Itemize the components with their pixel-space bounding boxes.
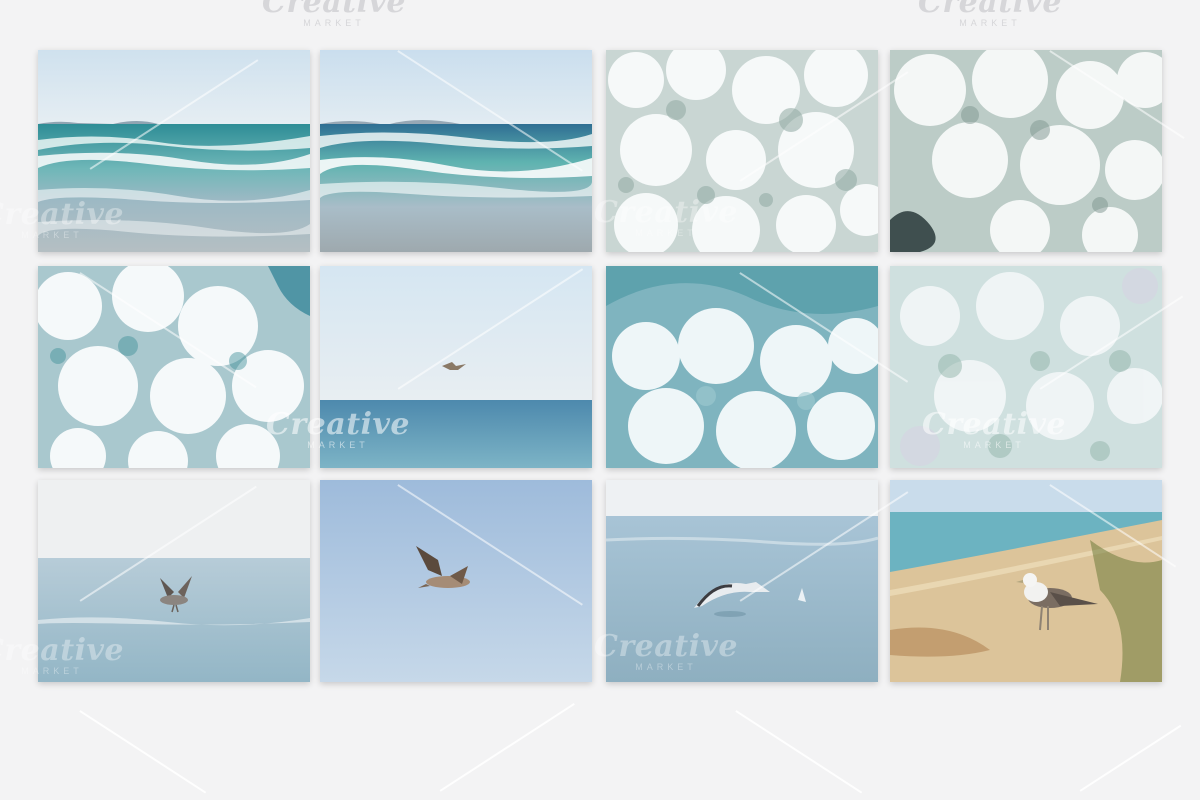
watermark-sub: MARKET bbox=[307, 440, 369, 450]
photo-image bbox=[320, 480, 592, 682]
watermark-photo-center: Creative MARKET bbox=[266, 410, 410, 450]
watermark-left-bottom: Creative MARKET bbox=[0, 636, 124, 676]
watermark-left-top: Creative MARKET bbox=[0, 200, 124, 240]
photo-foam-2[interactable] bbox=[890, 50, 1162, 252]
watermark-brand: Creative bbox=[594, 195, 738, 230]
watermark-photo-bottom: Creative MARKET bbox=[594, 632, 738, 672]
watermark-sub: MARKET bbox=[21, 230, 83, 240]
watermark-brand: Creative bbox=[918, 0, 1062, 20]
watermark-brand: Creative bbox=[262, 0, 406, 20]
photo-grid: Creative MARKET Creative MARKET Creative… bbox=[38, 50, 1164, 684]
watermark-brand: Creative bbox=[266, 407, 410, 442]
photo-image bbox=[606, 266, 878, 468]
watermark-brand: Creative bbox=[594, 629, 738, 664]
watermark-photo-mid: Creative MARKET bbox=[594, 198, 738, 238]
photo-seagull-on-beach[interactable] bbox=[890, 480, 1162, 682]
watermark-top-left: Creative MARKET bbox=[262, 0, 406, 28]
watermark-brand: Creative bbox=[922, 407, 1066, 442]
watermark-brand: Creative bbox=[0, 197, 124, 232]
watermark-sub: MARKET bbox=[635, 228, 697, 238]
photo-image bbox=[890, 480, 1162, 682]
watermark-photo-right: Creative MARKET bbox=[922, 410, 1066, 450]
watermark-stroke bbox=[439, 702, 575, 792]
watermark-stroke bbox=[735, 710, 863, 794]
watermark-stroke bbox=[79, 710, 207, 794]
watermark-sub: MARKET bbox=[635, 662, 697, 672]
photo-foam-4[interactable] bbox=[606, 266, 878, 468]
watermark-brand: Creative bbox=[0, 633, 124, 668]
watermark-sub: MARKET bbox=[303, 18, 365, 28]
watermark-sub: MARKET bbox=[21, 666, 83, 676]
watermark-sub: MARKET bbox=[959, 18, 1021, 28]
photo-seagull-in-sky[interactable] bbox=[320, 480, 592, 682]
watermark-top-right: Creative MARKET bbox=[918, 0, 1062, 28]
watermark-stroke bbox=[1079, 724, 1182, 792]
watermark-sub: MARKET bbox=[963, 440, 1025, 450]
photo-image bbox=[890, 50, 1162, 252]
